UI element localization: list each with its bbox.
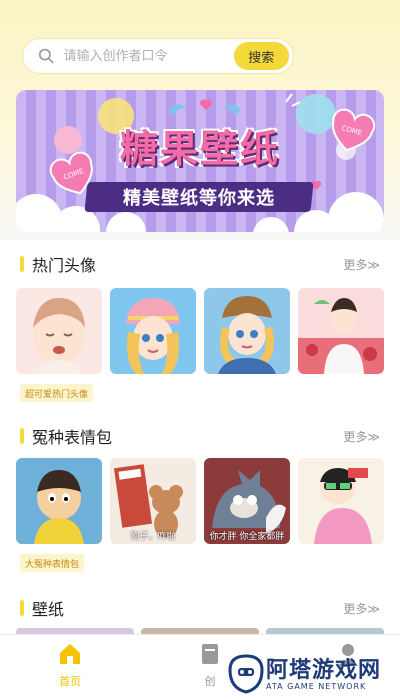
more-link[interactable]: 更多≫ (343, 256, 380, 273)
thumb-caption: 狗子，咋啦 (130, 532, 176, 542)
section-header-hot-avatars: 热门头像 更多≫ (20, 252, 380, 276)
section-header-wallpapers: 壁纸 更多≫ (20, 596, 380, 620)
tom-cat-sticker[interactable]: 你才胖 你全家都胖 (204, 458, 290, 544)
section-title: 热门头像 (32, 256, 97, 275)
section-header-memes: 冤种表情包 更多≫ (20, 424, 380, 448)
banner-subtitle-box: 精美壁纸等你来选 (84, 182, 314, 212)
watermark-logo-icon (228, 654, 264, 694)
watermark: 阿塔游戏网 ATA GAME NETWORK (226, 650, 400, 700)
search-icon (38, 48, 54, 64)
thumb-caption: 你才胖 你全家都胖 (209, 532, 285, 542)
section-tag: 超可爱热门头像 (20, 384, 94, 402)
search-button[interactable]: 搜索 (233, 42, 289, 70)
create-icon (202, 644, 218, 664)
section-accent-bar (20, 256, 24, 272)
banner-title: 糖果壁纸 (119, 127, 280, 171)
search-bar[interactable]: 搜索 (22, 38, 294, 74)
section-tag: 大冤种表情包 (20, 554, 85, 572)
watermark-subtitle: ATA GAME NETWORK (266, 682, 367, 691)
thumbnail-row (16, 288, 384, 374)
tab-home[interactable]: 首页 (40, 641, 100, 689)
boy-watermelon-avatar[interactable] (298, 288, 384, 374)
more-link[interactable]: 更多≫ (343, 428, 380, 445)
search-input[interactable] (63, 48, 234, 64)
jerry-mouse-sticker[interactable]: 狗子，咋啦 (110, 458, 196, 544)
nobita-cartoon-sticker[interactable] (16, 458, 102, 544)
girl-uniform-avatar[interactable] (204, 288, 290, 374)
section-title: 壁纸 (32, 600, 65, 619)
section-accent-bar (20, 600, 24, 616)
banner-subtitle: 精美壁纸等你来选 (123, 188, 275, 209)
section-accent-bar (20, 428, 24, 444)
home-icon (60, 644, 80, 664)
section-title: 冤种表情包 (32, 428, 113, 447)
tab-home-label: 首页 (59, 675, 81, 688)
more-link[interactable]: 更多≫ (343, 600, 380, 617)
thumbnail-row: 狗子，咋啦 你才胖 你全家都胖 (16, 458, 384, 544)
girl-knit-hat-avatar[interactable] (110, 288, 196, 374)
content-area: 热门头像 更多≫ 超可爱热门头像 冤种表情包 更多≫ 狗子，咋啦 你才胖 你全家… (0, 240, 400, 634)
crayon-shin-chan-sticker[interactable] (298, 458, 384, 544)
crying-boy-avatar[interactable] (16, 288, 102, 374)
watermark-title: 阿塔游戏网 (266, 658, 382, 683)
promo-banner[interactable]: COME COME 糖果壁纸 精美壁纸等你来选 (16, 90, 384, 232)
